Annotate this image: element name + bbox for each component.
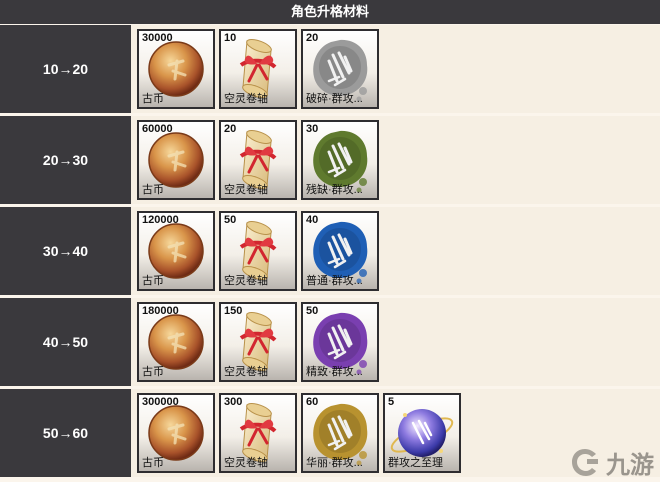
material-name: 破碎·群攻... <box>306 93 363 105</box>
material-list: 180000 古币 150 空灵卷轴 50 精致·群攻... <box>131 298 660 386</box>
material-card[interactable]: 30000 古币 <box>137 29 215 109</box>
material-card[interactable]: 20 空灵卷轴 <box>219 120 297 200</box>
material-list: 30000 古币 10 空灵卷轴 20 破碎·群攻... <box>131 25 660 113</box>
material-card[interactable]: 60 华丽·群攻... <box>301 393 379 473</box>
material-card[interactable]: 300000 古币 <box>137 393 215 473</box>
table-row: 50→60 300000 古币 300 空灵卷轴 60 华丽·群攻... 5 群攻之至理 <box>0 389 660 477</box>
material-quantity: 180000 <box>142 305 179 317</box>
level-range: 40→50 <box>0 298 131 386</box>
material-quantity: 5 <box>388 396 395 408</box>
material-card[interactable]: 60000 古币 <box>137 120 215 200</box>
material-name: 空灵卷轴 <box>224 184 268 196</box>
material-quantity: 120000 <box>142 214 179 226</box>
material-quantity: 300000 <box>142 396 179 408</box>
table-row: 40→50 180000 古币 150 空灵卷轴 50 精致·群攻... <box>0 298 660 386</box>
material-name: 空灵卷轴 <box>224 93 268 105</box>
material-name: 空灵卷轴 <box>224 366 268 378</box>
material-quantity: 300 <box>224 396 243 408</box>
material-name: 群攻之至理 <box>388 457 443 469</box>
material-name: 普通·群攻... <box>306 275 363 287</box>
material-quantity: 150 <box>224 305 243 317</box>
material-name: 精致·群攻... <box>306 366 363 378</box>
table-row: 30→40 120000 古币 50 空灵卷轴 40 普通·群攻... <box>0 207 660 295</box>
material-name: 华丽·群攻... <box>306 457 363 469</box>
table-header: 角色升格材料 <box>0 0 660 24</box>
table-title: 角色升格材料 <box>290 4 369 19</box>
level-range: 10→20 <box>0 25 131 113</box>
material-card[interactable]: 5 群攻之至理 <box>383 393 461 473</box>
level-range: 20→30 <box>0 116 131 204</box>
material-quantity: 10 <box>224 32 237 44</box>
material-card[interactable]: 180000 古币 <box>137 302 215 382</box>
material-name: 残缺·群攻... <box>306 184 363 196</box>
material-name: 古币 <box>142 184 164 196</box>
material-card[interactable]: 150 空灵卷轴 <box>219 302 297 382</box>
material-card[interactable]: 120000 古币 <box>137 211 215 291</box>
material-name: 古币 <box>142 275 164 287</box>
jiuyou-logo-icon <box>572 448 598 476</box>
material-quantity: 50 <box>224 214 237 226</box>
material-card[interactable]: 40 普通·群攻... <box>301 211 379 291</box>
material-name: 空灵卷轴 <box>224 275 268 287</box>
material-quantity: 20 <box>306 32 319 44</box>
material-quantity: 20 <box>224 123 237 135</box>
watermark: 九游 <box>568 445 654 480</box>
material-name: 古币 <box>142 366 164 378</box>
material-list: 120000 古币 50 空灵卷轴 40 普通·群攻... <box>131 207 660 295</box>
material-quantity: 30 <box>306 123 319 135</box>
material-card[interactable]: 300 空灵卷轴 <box>219 393 297 473</box>
table-row: 10→20 30000 古币 10 空灵卷轴 20 破碎·群攻... <box>0 25 660 113</box>
material-name: 古币 <box>142 93 164 105</box>
table-row: 20→30 60000 古币 20 空灵卷轴 30 残缺·群攻... <box>0 116 660 204</box>
material-quantity: 60000 <box>142 123 173 135</box>
material-quantity: 60 <box>306 396 319 408</box>
material-quantity: 30000 <box>142 32 173 44</box>
material-card[interactable]: 30 残缺·群攻... <box>301 120 379 200</box>
material-card[interactable]: 50 精致·群攻... <box>301 302 379 382</box>
level-range: 50→60 <box>0 389 131 477</box>
material-card[interactable]: 10 空灵卷轴 <box>219 29 297 109</box>
material-quantity: 50 <box>306 305 319 317</box>
material-card[interactable]: 20 破碎·群攻... <box>301 29 379 109</box>
material-name: 空灵卷轴 <box>224 457 268 469</box>
material-list: 60000 古币 20 空灵卷轴 30 残缺·群攻... <box>131 116 660 204</box>
level-range: 30→40 <box>0 207 131 295</box>
material-quantity: 40 <box>306 214 319 226</box>
material-card[interactable]: 50 空灵卷轴 <box>219 211 297 291</box>
material-name: 古币 <box>142 457 164 469</box>
material-table: 10→20 30000 古币 10 空灵卷轴 20 破碎·群攻... 20→30 600… <box>0 25 660 480</box>
watermark-text: 九游 <box>606 451 654 479</box>
